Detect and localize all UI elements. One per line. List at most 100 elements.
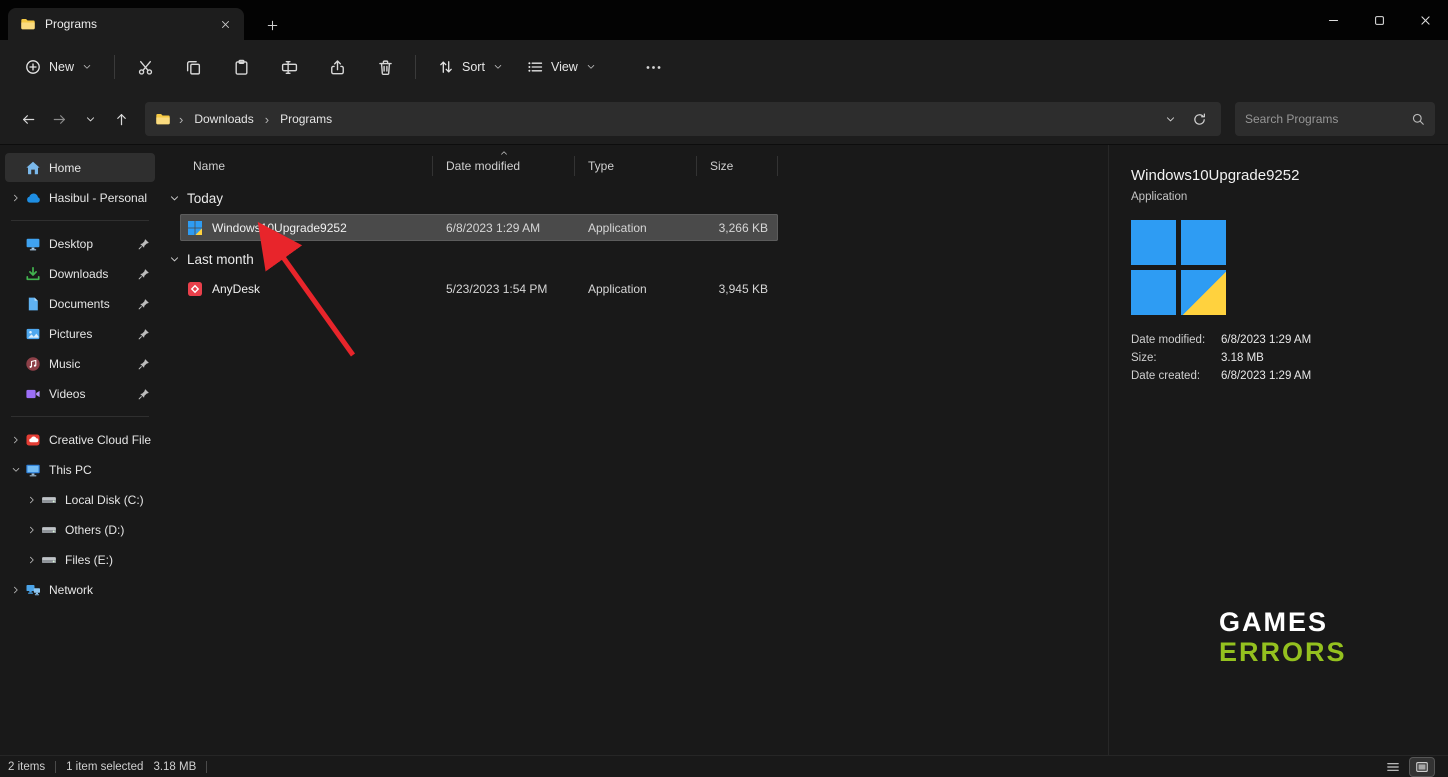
file-row-anydesk[interactable]: AnyDesk5/23/2023 1:54 PMApplication3,945… (180, 275, 778, 302)
new-tab-button[interactable] (258, 11, 286, 39)
chevron-right-icon[interactable] (7, 585, 24, 595)
chevron-right-icon[interactable] (23, 525, 40, 535)
sidebar-item-local-disk-c[interactable]: Local Disk (C:) (5, 485, 155, 514)
file-explorer-window: Programs New Sort View (0, 0, 1448, 777)
ellipsis-icon (645, 59, 662, 76)
view-icon (527, 59, 543, 75)
column-header-size[interactable]: Size (697, 156, 778, 176)
pictures-icon (24, 326, 42, 342)
view-toggles (1381, 758, 1434, 776)
maximize-button[interactable] (1356, 0, 1402, 40)
tab-programs[interactable]: Programs (8, 8, 244, 40)
sidebar-item-label: This PC (49, 463, 151, 477)
breadcrumb-item-programs[interactable]: Programs (277, 110, 335, 128)
tab-close-icon[interactable] (214, 13, 236, 35)
sidebar-item-desktop[interactable]: Desktop (5, 229, 155, 258)
forward-button[interactable] (44, 104, 75, 134)
search-box[interactable] (1235, 102, 1435, 136)
file-row-windows10upgrade9252[interactable]: Windows10Upgrade92526/8/2023 1:29 AMAppl… (180, 214, 778, 241)
music-icon (24, 356, 42, 372)
address-dropdown-icon[interactable] (1165, 114, 1176, 125)
preview-subtitle: Application (1131, 191, 1432, 203)
chevron-down-icon[interactable] (169, 254, 180, 265)
cut-icon (137, 59, 154, 76)
chevron-right-icon[interactable] (7, 193, 24, 203)
sidebar-item-videos[interactable]: Videos (5, 379, 155, 408)
sidebar-item-onedrive-personal[interactable]: Hasibul - Personal (5, 183, 155, 212)
chevron-right-icon[interactable] (7, 435, 24, 445)
sidebar-item-others-d[interactable]: Others (D:) (5, 515, 155, 544)
up-button[interactable] (106, 104, 137, 134)
file-list: TodayWindows10Upgrade92526/8/2023 1:29 A… (180, 185, 1108, 302)
documents-icon (24, 296, 42, 312)
file-size: 3,266 KB (697, 221, 778, 235)
windows-logo (1131, 220, 1226, 315)
preview-details: Date modified:6/8/2023 1:29 AMSize:3.18 … (1131, 331, 1432, 385)
selection-text: 1 item selected (66, 761, 143, 773)
search-input[interactable] (1245, 112, 1411, 126)
minimize-button[interactable] (1310, 0, 1356, 40)
see-more-button[interactable] (635, 49, 673, 85)
breadcrumb-item-downloads[interactable]: Downloads (191, 110, 256, 128)
chevron-down-icon[interactable] (169, 193, 180, 204)
cloud-icon (24, 190, 42, 206)
group-label: Last month (187, 252, 254, 267)
games-errors-logo: GAMES ERRORS (1219, 607, 1347, 667)
sidebar-item-label: Hasibul - Personal (49, 191, 151, 205)
paste-button[interactable] (222, 49, 260, 85)
sort-button[interactable]: Sort (427, 51, 514, 83)
address-bar[interactable]: ›Downloads›Programs (145, 102, 1221, 136)
status-divider (206, 761, 207, 773)
chevron-right-icon[interactable] (23, 555, 40, 565)
windows-logo-tile-folder (1181, 270, 1226, 315)
sidebar-item-label: Desktop (49, 237, 136, 251)
refresh-icon[interactable] (1192, 112, 1207, 127)
sidebar-item-label: Pictures (49, 327, 136, 341)
chevron-right-icon[interactable] (23, 495, 40, 505)
details-view-button[interactable] (1381, 758, 1405, 776)
address-bar-row: ›Downloads›Programs (0, 94, 1448, 145)
chevron-down-icon[interactable] (7, 465, 24, 475)
toolbar-divider (114, 55, 115, 79)
home-icon (24, 160, 42, 176)
sidebar-item-music[interactable]: Music (5, 349, 155, 378)
back-button[interactable] (13, 104, 44, 134)
sidebar-item-downloads[interactable]: Downloads (5, 259, 155, 288)
recent-locations-button[interactable] (75, 104, 106, 134)
sidebar-divider (11, 416, 149, 417)
items-count: 2 items (8, 761, 45, 773)
folder-icon (20, 16, 36, 32)
sidebar-item-pictures[interactable]: Pictures (5, 319, 155, 348)
window-controls (1310, 0, 1448, 40)
sidebar-item-network[interactable]: Network (5, 575, 155, 604)
detail-row-date-created: Date created:6/8/2023 1:29 AM (1131, 367, 1432, 385)
sidebar-item-documents[interactable]: Documents (5, 289, 155, 318)
column-header-date-modified[interactable]: Date modified (433, 156, 575, 176)
sidebar-item-creative-cloud-files[interactable]: Creative Cloud Files (5, 425, 155, 454)
rename-button[interactable] (270, 49, 308, 85)
creative-cloud-icon (24, 432, 42, 448)
windows-logo-tile (1131, 220, 1176, 265)
column-header-type[interactable]: Type (575, 156, 697, 176)
sidebar-item-label: Home (49, 161, 151, 175)
new-button[interactable]: New (14, 51, 103, 83)
group-header-today[interactable]: Today (169, 185, 1108, 212)
sidebar-item-files-e[interactable]: Files (E:) (5, 545, 155, 574)
delete-button[interactable] (366, 49, 404, 85)
cut-button[interactable] (126, 49, 164, 85)
command-bar: New Sort View (0, 40, 1448, 94)
detail-value: 3.18 MB (1221, 349, 1264, 367)
large-icons-view-button[interactable] (1410, 758, 1434, 776)
address-bar-controls (1165, 112, 1211, 127)
sidebar-item-home[interactable]: Home (5, 153, 155, 182)
view-button[interactable]: View (516, 51, 607, 83)
sidebar-item-this-pc[interactable]: This PC (5, 455, 155, 484)
close-button[interactable] (1402, 0, 1448, 40)
copy-button[interactable] (174, 49, 212, 85)
group-header-last-month[interactable]: Last month (169, 246, 1108, 273)
copy-icon (185, 59, 202, 76)
share-button[interactable] (318, 49, 356, 85)
column-header-name[interactable]: Name (180, 156, 433, 176)
status-bar: 2 items 1 item selected 3.18 MB (0, 755, 1448, 777)
pin-icon (136, 268, 151, 280)
